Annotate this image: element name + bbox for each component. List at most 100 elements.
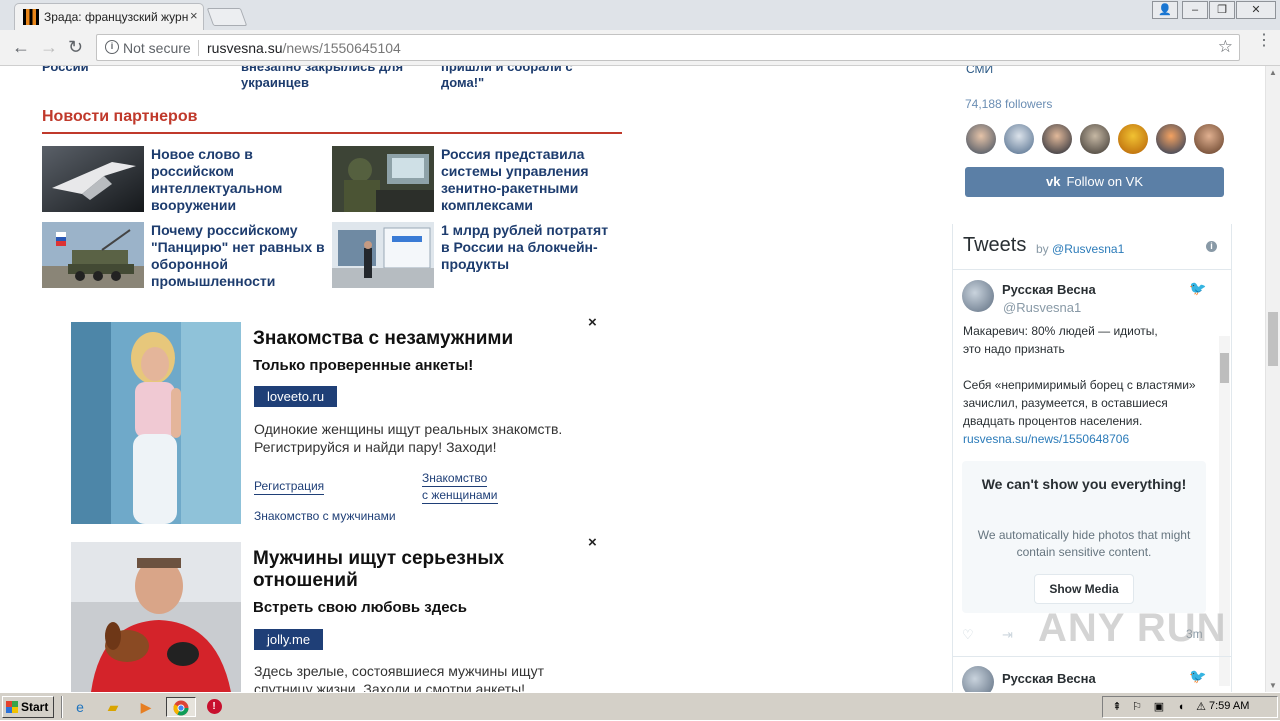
ad-subtitle: Встреть свою любовь здесь [253,599,467,616]
chrome-logo-icon [173,700,189,716]
follower-avatar[interactable] [1156,124,1186,154]
internet-explorer-icon[interactable]: e [70,697,90,717]
taskbar-clock[interactable]: 7:59 AM [1209,700,1249,712]
twitter-scroll-thumb[interactable] [1220,353,1229,383]
start-button[interactable]: Start [2,696,54,718]
bookmark-star-icon[interactable]: ☆ [1218,37,1233,57]
security-label[interactable]: Not secure [123,40,191,56]
ad-description: Здесь зрелые, состоявшиеся мужчины ищут … [254,663,545,692]
scroll-down-icon[interactable]: ▼ [1269,681,1277,690]
vk-follow-button[interactable]: vk Follow on VK [965,167,1224,197]
partner-news-item[interactable]: 1 млрд рублей потратят в России на блокч… [332,222,622,288]
site-favicon-icon [23,9,39,25]
tweets-handle-link[interactable]: @Rusvesna1 [1052,242,1124,256]
back-icon[interactable]: ← [12,37,30,58]
scroll-up-icon[interactable]: ▲ [1269,68,1277,77]
follower-avatar[interactable] [1194,124,1224,154]
minimize-button[interactable]: – [1182,1,1208,19]
folder-icon[interactable]: ▰ [103,697,123,717]
ad-description: Одинокие женщины ищут реальных знакомств… [254,421,563,455]
soldier-console-thumbnail[interactable] [332,146,434,212]
chrome-menu-icon[interactable]: ⋮ [1256,33,1272,49]
ad-photo-woman[interactable] [71,322,241,524]
drone-thumbnail[interactable] [42,146,144,212]
partner-news-item[interactable]: Почему российскому "Панцирю" нет равных … [42,222,332,290]
ad-close-icon[interactable]: × [588,314,597,331]
address-bar[interactable]: i Not secure rusvesna.su/news/1550645104… [96,34,1240,61]
partner-news-title[interactable]: 1 млрд рублей потратят в России на блокч… [441,222,616,273]
tray-expand-icon[interactable]: ⇞ [1107,697,1127,717]
partner-news-title[interactable]: Новое слово в российском интеллектуально… [151,146,326,214]
follower-avatar[interactable] [1118,124,1148,154]
office-thumbnail[interactable] [332,222,434,288]
browser-tab[interactable]: Зрада: французский журн × [14,3,204,30]
ad-link-women-line1: Знакомство [422,471,488,487]
ad-close-icon[interactable]: × [588,534,597,551]
partner-news-item[interactable]: Новое слово в российском интеллектуально… [42,146,332,214]
info-icon[interactable]: i [105,40,119,54]
tab-close-icon[interactable]: × [190,8,198,23]
tweets-by-label: by [1036,242,1049,256]
twitter-bird-icon[interactable]: 🐦 [1189,668,1206,685]
tweet-avatar[interactable] [962,280,994,312]
ad-link-men[interactable]: Знакомство с мужчинами [254,508,396,524]
media-player-icon[interactable]: ▶ [136,697,156,717]
vk-followers-count[interactable]: 74,188 followers [965,97,1052,111]
ad-title[interactable]: Знакомства с незамужними [253,328,573,350]
chrome-taskbar-icon[interactable] [166,697,196,717]
profile-button[interactable]: 👤 [1152,1,1178,19]
tweet-author-name[interactable]: Русская Весна [1002,282,1096,297]
ad-link-women-line2: с женщинами [422,488,498,504]
tray-flag-icon[interactable]: ⚐ [1127,697,1147,717]
ad-photo-man-with-dog[interactable] [71,542,241,692]
partner-news-item[interactable]: Россия представила системы управления зе… [332,146,622,214]
ad-link-registration[interactable]: Регистрация [254,479,325,495]
ad-domain-button[interactable]: loveeto.ru [254,386,338,407]
partners-divider [42,132,622,134]
ad-title[interactable]: Мужчины ищут серьезных отношений [253,548,573,592]
tweet-author-name[interactable]: Русская Весна [1002,671,1096,686]
top-cut-link-3[interactable]: пришли и собрали с дома!" [441,66,601,91]
url-text[interactable]: rusvesna.su/news/1550645104 [207,40,401,56]
reload-icon[interactable]: ↻ [68,37,83,58]
tweet-line: зачислил, разумеется, в оставшиеся [963,396,1168,410]
sensitive-text: We automatically hide photos that might … [977,528,1191,559]
vk-group-name-cut[interactable]: СМИ [966,66,993,76]
windows-taskbar: Start e ▰ ▶ ! ⇞ ⚐ ▣ ◖ ⚠ 7:59 AM [0,692,1280,720]
twitter-bird-icon[interactable]: 🐦 [1189,280,1206,297]
tab-title: Зрада: французский журн [44,10,189,24]
top-cut-link-2[interactable]: внезапно закрылись для украинцев [241,66,421,91]
tweet-avatar[interactable] [962,666,994,692]
twitter-info-icon[interactable]: i [1206,241,1217,252]
forward-icon[interactable]: → [40,37,58,58]
tray-warning-icon[interactable]: ⚠ [1191,697,1211,717]
stop-icon[interactable]: ! [204,697,224,717]
ad-domain-button[interactable]: jolly.me [254,629,324,650]
page-scroll-thumb[interactable] [1268,312,1278,366]
partner-news-title[interactable]: Россия представила системы управления зе… [441,146,616,214]
ad-subtitle: Только проверенные анкеты! [253,357,474,374]
tray-network-icon[interactable]: ▣ [1149,697,1169,717]
tweet-line: это надо признать [963,342,1065,356]
follower-avatar[interactable] [966,124,996,154]
omnibox-divider [198,40,199,56]
like-icon[interactable]: ♡ [962,627,974,643]
tray-volume-icon[interactable]: ◖ [1171,697,1191,717]
partner-news-title[interactable]: Почему российскому "Панцирю" нет равных … [151,222,326,290]
top-cut-link-1[interactable]: России [42,66,212,75]
pantsir-thumbnail[interactable] [42,222,144,288]
show-media-button[interactable]: Show Media [1034,574,1134,604]
twitter-divider [953,656,1231,657]
tweet-link[interactable]: rusvesna.su/news/1550648706 [963,430,1213,448]
follower-avatar[interactable] [1042,124,1072,154]
share-icon[interactable]: ⇥ [1002,627,1013,643]
new-tab-button[interactable] [206,8,248,26]
ad-link-women[interactable]: Знакомство с женщинами [422,470,498,504]
close-window-button[interactable]: ✕ [1236,1,1276,19]
page-scrollbar[interactable]: ▲ ▼ [1265,66,1280,692]
tweet-author-handle[interactable]: @Rusvesna1 [1003,300,1081,315]
tweets-by: by @Rusvesna1 [1036,242,1124,256]
follower-avatar[interactable] [1080,124,1110,154]
follower-avatar[interactable] [1004,124,1034,154]
maximize-button[interactable]: ❐ [1209,1,1235,19]
